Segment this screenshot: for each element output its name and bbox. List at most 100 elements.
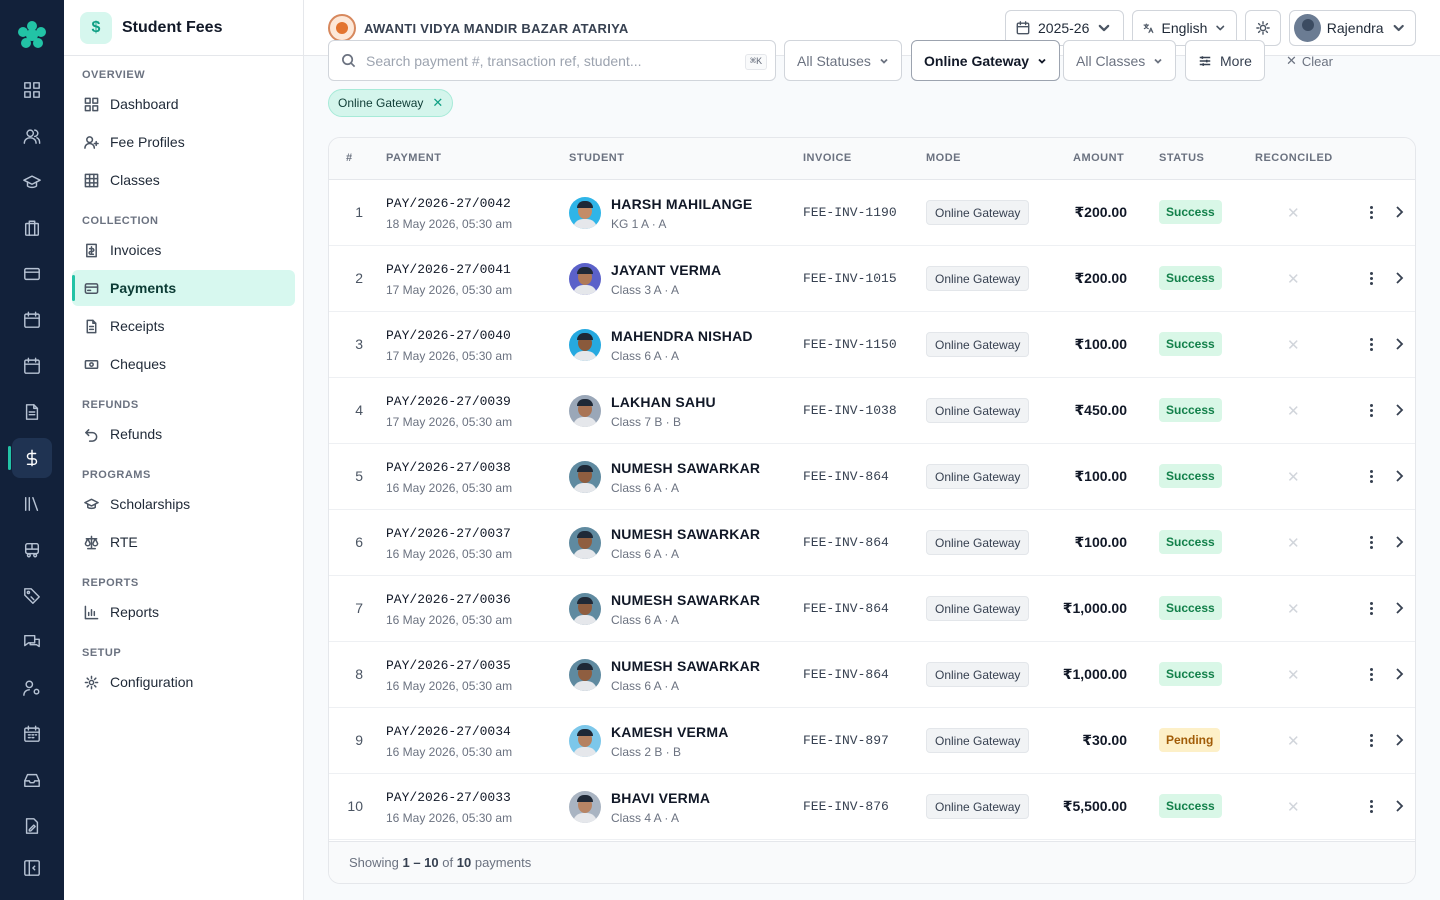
- payment-id[interactable]: PAY/2026-27/0034: [386, 724, 512, 739]
- invoice-number[interactable]: FEE-INV-864: [803, 601, 889, 616]
- table-row[interactable]: 5 PAY/2026-27/0038 16 May 2026, 05:30 am NU…: [329, 444, 1415, 510]
- invoice-number[interactable]: FEE-INV-1150: [803, 337, 897, 352]
- sidebar-item-receipts[interactable]: Receipts: [72, 308, 295, 344]
- clear-filters-button[interactable]: ✕ Clear: [1286, 53, 1333, 69]
- rail-item-chat[interactable]: [12, 622, 52, 662]
- row-actions-icon[interactable]: [1365, 796, 1377, 816]
- student-name[interactable]: HARSH MAHILANGE: [611, 196, 752, 212]
- payment-id[interactable]: PAY/2026-27/0036: [386, 592, 512, 607]
- rail-item-card[interactable]: [12, 254, 52, 294]
- chevron-right-icon[interactable]: [1393, 799, 1405, 813]
- payment-id[interactable]: PAY/2026-27/0035: [386, 658, 512, 673]
- invoice-number[interactable]: FEE-INV-1015: [803, 271, 897, 286]
- table-row[interactable]: 8 PAY/2026-27/0035 16 May 2026, 05:30 am NU…: [329, 642, 1415, 708]
- chevron-right-icon[interactable]: [1393, 469, 1405, 483]
- invoice-number[interactable]: FEE-INV-1038: [803, 403, 897, 418]
- table-row[interactable]: 10 PAY/2026-27/0033 16 May 2026, 05:30 am B…: [329, 774, 1415, 840]
- student-name[interactable]: NUMESH SAWARKAR: [611, 526, 760, 542]
- status-filter[interactable]: All Statuses: [784, 40, 902, 81]
- row-actions-icon[interactable]: [1365, 400, 1377, 420]
- chevron-right-icon[interactable]: [1393, 337, 1405, 351]
- rail-item-tag[interactable]: [12, 576, 52, 616]
- invoice-number[interactable]: FEE-INV-864: [803, 667, 889, 682]
- payment-id[interactable]: PAY/2026-27/0040: [386, 328, 512, 343]
- payment-id[interactable]: PAY/2026-27/0037: [386, 526, 512, 541]
- sidebar-item-cheques[interactable]: Cheques: [72, 346, 295, 382]
- payment-id[interactable]: PAY/2026-27/0042: [386, 196, 512, 211]
- invoice-number[interactable]: FEE-INV-864: [803, 469, 889, 484]
- chevron-right-icon[interactable]: [1393, 601, 1405, 615]
- rail-item-graduation-cap[interactable]: [12, 162, 52, 202]
- student-name[interactable]: KAMESH VERMA: [611, 724, 729, 740]
- student-name[interactable]: BHAVI VERMA: [611, 790, 710, 806]
- chevron-right-icon[interactable]: [1393, 403, 1405, 417]
- invoice-number[interactable]: FEE-INV-897: [803, 733, 889, 748]
- mode-badge: Online Gateway: [926, 266, 1030, 291]
- row-actions-icon[interactable]: [1365, 664, 1377, 684]
- rail-item-collapse[interactable]: [12, 848, 52, 888]
- table-row[interactable]: 7 PAY/2026-27/0036 16 May 2026, 05:30 am NU…: [329, 576, 1415, 642]
- rail-item-timetable[interactable]: [12, 714, 52, 754]
- table-row[interactable]: 1 PAY/2026-27/0042 18 May 2026, 05:30 am HA…: [329, 180, 1415, 246]
- remove-filter-icon[interactable]: ✕: [432, 95, 443, 111]
- rail-item-inbox[interactable]: [12, 760, 52, 800]
- payment-id[interactable]: PAY/2026-27/0033: [386, 790, 512, 805]
- row-actions-icon[interactable]: [1365, 268, 1377, 288]
- sidebar-item-payments[interactable]: Payments: [72, 270, 295, 306]
- rail-item-users[interactable]: [12, 116, 52, 156]
- payment-id[interactable]: PAY/2026-27/0038: [386, 460, 512, 475]
- row-actions-icon[interactable]: [1365, 466, 1377, 486]
- student-name[interactable]: NUMESH SAWARKAR: [611, 658, 760, 674]
- table-row[interactable]: 6 PAY/2026-27/0037 16 May 2026, 05:30 am NU…: [329, 510, 1415, 576]
- sidebar-item-fee-profiles[interactable]: Fee Profiles: [72, 124, 295, 160]
- payment-id[interactable]: PAY/2026-27/0039: [386, 394, 512, 409]
- invoice-number[interactable]: FEE-INV-876: [803, 799, 889, 814]
- search-box[interactable]: ⌘K: [328, 40, 776, 81]
- invoice-number[interactable]: FEE-INV-864: [803, 535, 889, 550]
- rail-item-document[interactable]: [12, 392, 52, 432]
- chevron-right-icon[interactable]: [1393, 271, 1405, 285]
- more-filters-button[interactable]: More: [1185, 40, 1265, 81]
- table-row[interactable]: 2 PAY/2026-27/0041 17 May 2026, 05:30 am JA…: [329, 246, 1415, 312]
- sidebar-item-scholarships[interactable]: Scholarships: [72, 486, 295, 522]
- row-actions-icon[interactable]: [1365, 334, 1377, 354]
- student-name[interactable]: JAYANT VERMA: [611, 262, 721, 278]
- row-actions-icon[interactable]: [1365, 532, 1377, 552]
- mode-filter[interactable]: Online Gateway: [911, 40, 1061, 81]
- student-name[interactable]: LAKHAN SAHU: [611, 394, 716, 410]
- search-input[interactable]: [366, 52, 726, 69]
- chevron-right-icon[interactable]: [1393, 733, 1405, 747]
- student-name[interactable]: NUMESH SAWARKAR: [611, 460, 760, 476]
- class-filter[interactable]: All Classes: [1063, 40, 1177, 81]
- rail-item-building[interactable]: [12, 208, 52, 248]
- rail-item-bus[interactable]: [12, 530, 52, 570]
- rail-item-file-edit[interactable]: [12, 806, 52, 846]
- app-logo-icon[interactable]: [17, 20, 47, 50]
- rail-item-library[interactable]: [12, 484, 52, 524]
- sidebar-item-rte[interactable]: RTE: [72, 524, 295, 560]
- row-actions-icon[interactable]: [1365, 598, 1377, 618]
- chevron-right-icon[interactable]: [1393, 205, 1405, 219]
- rail-item-grid[interactable]: [12, 70, 52, 110]
- payment-id[interactable]: PAY/2026-27/0041: [386, 262, 512, 277]
- sidebar-item-dashboard[interactable]: Dashboard: [72, 86, 295, 122]
- invoice-number[interactable]: FEE-INV-1190: [803, 205, 897, 220]
- rail-item-calendar-check[interactable]: [12, 346, 52, 386]
- rail-item-dollar[interactable]: [8, 438, 52, 478]
- chevron-right-icon[interactable]: [1393, 667, 1405, 681]
- table-row[interactable]: 9 PAY/2026-27/0034 16 May 2026, 05:30 am KA…: [329, 708, 1415, 774]
- rail-item-user-gear[interactable]: [12, 668, 52, 708]
- row-actions-icon[interactable]: [1365, 730, 1377, 750]
- row-actions-icon[interactable]: [1365, 202, 1377, 222]
- sidebar-item-reports[interactable]: Reports: [72, 594, 295, 630]
- chevron-right-icon[interactable]: [1393, 535, 1405, 549]
- sidebar-item-classes[interactable]: Classes: [72, 162, 295, 198]
- rail-item-calendar[interactable]: [12, 300, 52, 340]
- table-row[interactable]: 3 PAY/2026-27/0040 17 May 2026, 05:30 am MA…: [329, 312, 1415, 378]
- sidebar-item-refunds[interactable]: Refunds: [72, 416, 295, 452]
- sidebar-item-invoices[interactable]: Invoices: [72, 232, 295, 268]
- student-name[interactable]: NUMESH SAWARKAR: [611, 592, 760, 608]
- table-row[interactable]: 4 PAY/2026-27/0039 17 May 2026, 05:30 am LA…: [329, 378, 1415, 444]
- sidebar-item-configuration[interactable]: Configuration: [72, 664, 295, 700]
- student-name[interactable]: MAHENDRA NISHAD: [611, 328, 753, 344]
